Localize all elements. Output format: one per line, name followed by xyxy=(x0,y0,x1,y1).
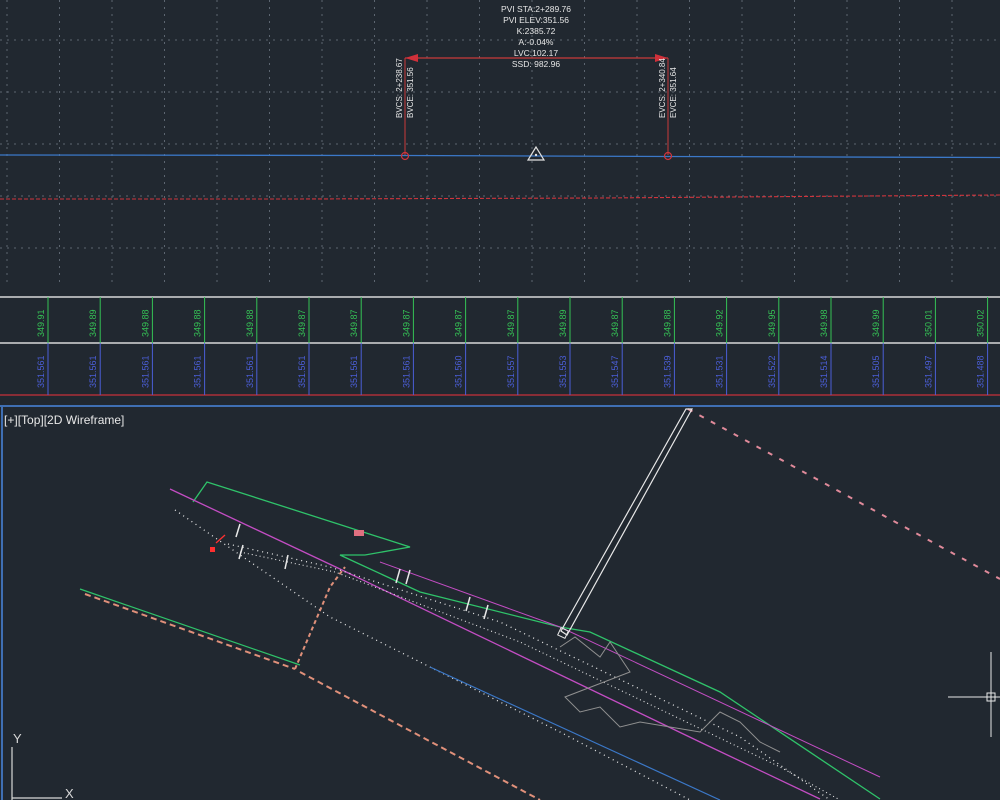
existing-elevation-label: 349.88 xyxy=(140,309,150,337)
existing-elevation-label: 349.87 xyxy=(454,309,464,337)
evc-station-label: EVCS: 2+340.84 xyxy=(658,58,667,118)
k-value-label: K:2385.72 xyxy=(517,26,556,36)
existing-elevation-label: 349.88 xyxy=(662,309,672,337)
existing-elevation-label: 349.88 xyxy=(245,309,255,337)
lvc-label: LVC:102.17 xyxy=(514,48,559,58)
design-elevation-label: 351.547 xyxy=(610,355,620,388)
existing-elevation-label: 350.01 xyxy=(923,309,933,337)
leader-line[interactable] xyxy=(560,408,694,636)
design-profile-line[interactable] xyxy=(0,154,1000,159)
profile-data-band: 349.91 349.89 349.88 349.88 349.88 349.87 349.… xyxy=(0,296,1000,396)
design-elevation-label: 351.488 xyxy=(976,355,986,388)
viewport-controls-menu[interactable]: [+] xyxy=(4,413,18,427)
design-elevation-label: 351.561 xyxy=(193,355,203,388)
existing-elevation-label: 349.89 xyxy=(558,309,568,337)
ucs-x-label: X xyxy=(65,786,74,800)
existing-elevation-label: 349.99 xyxy=(871,309,881,337)
offset-alignment-line[interactable] xyxy=(687,408,1000,580)
plan-viewport[interactable]: Y X [+][Top][2D Wireframe] xyxy=(0,405,1000,800)
profile-view[interactable]: PVI STA:2+289.76 PVI ELEV:351.56 K:2385.… xyxy=(0,0,1000,405)
existing-elevation-label: 349.87 xyxy=(506,309,516,337)
bvc-elevation-label: BVCE: 351.56 xyxy=(406,67,415,118)
design-elevation-label: 351.553 xyxy=(558,355,568,388)
view-cube-menu[interactable]: [Top] xyxy=(18,413,44,427)
design-elevation-label: 351.531 xyxy=(715,355,725,388)
design-elevation-label: 351.561 xyxy=(401,355,411,388)
design-elevation-label: 351.560 xyxy=(454,355,464,388)
pvi-elevation-label: PVI ELEV:351.56 xyxy=(503,15,569,25)
right-of-way-boundary[interactable] xyxy=(192,481,881,800)
design-elevation-label: 351.557 xyxy=(506,355,516,388)
terrain-contour[interactable] xyxy=(559,636,781,753)
grade-change-label: A:-0.04% xyxy=(519,37,554,47)
arrow-left-icon xyxy=(405,54,418,62)
centerline-magenta[interactable] xyxy=(169,488,821,800)
existing-elevation-label: 349.98 xyxy=(819,309,829,337)
design-elevation-label: 351.539 xyxy=(662,355,672,388)
ucs-y-label: Y xyxy=(13,731,22,746)
left-boundary-line[interactable] xyxy=(79,588,301,666)
ucs-icon: Y X xyxy=(11,731,74,800)
pvi-triangle-icon[interactable] xyxy=(526,145,546,161)
existing-elevation-label: 349.92 xyxy=(715,309,725,337)
existing-elevation-label: 349.87 xyxy=(349,309,359,337)
existing-elevation-label: 349.87 xyxy=(401,309,411,337)
design-elevation-label: 351.497 xyxy=(923,355,933,388)
bvc-station-label: BVCS: 2+238.67 xyxy=(395,58,404,118)
design-elevation-label: 351.561 xyxy=(88,355,98,388)
existing-elevation-label: 349.89 xyxy=(88,309,98,337)
ssd-label: SSD: 982.96 xyxy=(512,59,560,69)
design-elevation-label: 351.561 xyxy=(297,355,307,388)
design-elevation-label: 351.514 xyxy=(819,355,829,388)
design-elevation-label: 351.561 xyxy=(245,355,255,388)
pvi-station-label: PVI STA:2+289.76 xyxy=(501,4,571,14)
visual-style-menu[interactable]: [2D Wireframe] xyxy=(44,413,125,427)
design-elevation-label: 351.522 xyxy=(767,355,777,388)
existing-elevation-label: 349.87 xyxy=(297,309,307,337)
plan-canvas[interactable]: Y X xyxy=(0,407,1000,800)
design-elevation-label: 351.505 xyxy=(871,355,881,388)
rail-line-right[interactable] xyxy=(227,543,831,800)
blue-alignment[interactable] xyxy=(429,666,721,800)
existing-elevation-label: 349.88 xyxy=(193,309,203,337)
offset-line-left[interactable] xyxy=(84,593,296,670)
pink-marker[interactable] xyxy=(354,530,364,536)
offset-line-bottom[interactable] xyxy=(299,671,541,800)
existing-elevation-label: 349.95 xyxy=(767,309,777,337)
crosshair-cursor-icon xyxy=(948,652,1000,737)
design-elevation-label: 351.561 xyxy=(349,355,359,388)
profile-canvas[interactable]: PVI STA:2+289.76 PVI ELEV:351.56 K:2385.… xyxy=(0,0,1000,405)
existing-ground-line[interactable] xyxy=(0,194,1000,200)
existing-elevation-label: 349.91 xyxy=(36,309,46,337)
edge-line-magenta[interactable] xyxy=(379,561,881,778)
connector-line[interactable] xyxy=(294,566,346,670)
existing-elevation-label: 349.87 xyxy=(610,309,620,337)
design-elevation-label: 351.561 xyxy=(140,355,150,388)
viewport-controls: [+][Top][2D Wireframe] xyxy=(4,413,124,427)
profile-grid xyxy=(0,0,1000,285)
design-elevation-label: 351.561 xyxy=(36,355,46,388)
evc-elevation-label: EVCE: 351.64 xyxy=(669,67,678,118)
existing-elevation-label: 350.02 xyxy=(976,309,986,337)
